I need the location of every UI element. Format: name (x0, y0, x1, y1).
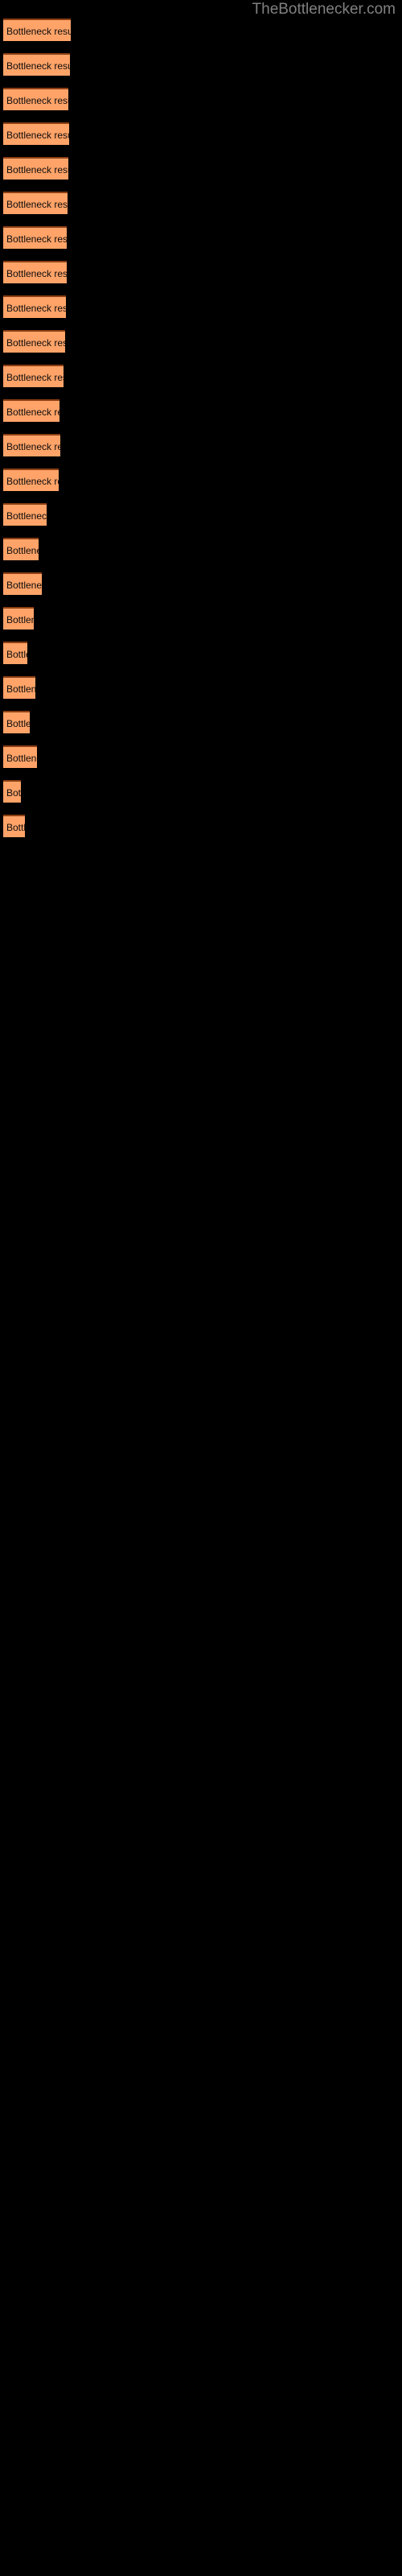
bar-label: Bottleneck result (6, 822, 25, 833)
bar[interactable]: Bottleneck result (3, 607, 34, 630)
bar-label: Bottleneck result (6, 476, 59, 487)
bottleneck-bar-chart: TheBottlenecker.com Bottleneck result Bot… (0, 0, 402, 2576)
bar-label: Bottleneck result (6, 407, 59, 418)
bar-label: Bottleneck result (6, 545, 39, 556)
bar-label: Bottleneck result (6, 510, 47, 522)
bar[interactable]: Bottleneck result (3, 538, 39, 560)
bar-label: Bottleneck result (6, 649, 27, 660)
bar[interactable]: Bottleneck result (3, 780, 21, 803)
bar[interactable]: Bottleneck result (3, 122, 69, 145)
bar-label: Bottleneck result (6, 614, 34, 625)
bar[interactable]: Bottleneck result (3, 399, 59, 422)
bar-label: Bottleneck result (6, 683, 35, 695)
bar-label: Bottleneck result (6, 441, 60, 452)
bar[interactable]: Bottleneck result (3, 365, 64, 387)
bar[interactable]: Bottleneck result (3, 261, 67, 283)
bar-label: Bottleneck result (6, 95, 68, 106)
bar[interactable]: Bottleneck result (3, 226, 67, 249)
bar[interactable]: Bottleneck result (3, 157, 68, 180)
bar-label: Bottleneck result (6, 372, 64, 383)
bar-label: Bottleneck result (6, 130, 69, 141)
bar-label: Bottleneck result (6, 580, 42, 591)
bar[interactable]: Bottleneck result (3, 711, 30, 733)
bar[interactable]: Bottleneck result (3, 434, 60, 456)
bar[interactable]: Bottleneck result (3, 192, 68, 214)
bar[interactable]: Bottleneck result (3, 53, 70, 76)
bar[interactable]: Bottleneck result (3, 676, 35, 699)
bar[interactable]: Bottleneck result (3, 503, 47, 526)
bar-label: Bottleneck result (6, 60, 70, 72)
bar-label: Bottleneck result (6, 233, 67, 245)
bar[interactable]: Bottleneck result (3, 19, 71, 41)
bar-label: Bottleneck result (6, 268, 67, 279)
bar-label: Bottleneck result (6, 199, 68, 210)
bar-label: Bottleneck result (6, 718, 30, 729)
bar[interactable]: Bottleneck result (3, 815, 25, 837)
bar[interactable]: Bottleneck result (3, 88, 68, 110)
site-watermark: TheBottlenecker.com (252, 1, 396, 18)
bar[interactable]: Bottleneck result (3, 295, 66, 318)
bar-label: Bottleneck result (6, 753, 37, 764)
bar[interactable]: Bottleneck result (3, 469, 59, 491)
bar[interactable]: Bottleneck result (3, 745, 37, 768)
bar-label: Bottleneck result (6, 337, 65, 349)
bar[interactable]: Bottleneck result (3, 330, 65, 353)
bar-label: Bottleneck result (6, 303, 66, 314)
bar-label: Bottleneck result (6, 26, 71, 37)
bar-label: Bottleneck result (6, 164, 68, 175)
bar[interactable]: Bottleneck result (3, 572, 42, 595)
bar[interactable]: Bottleneck result (3, 642, 27, 664)
bar-label: Bottleneck result (6, 787, 21, 799)
